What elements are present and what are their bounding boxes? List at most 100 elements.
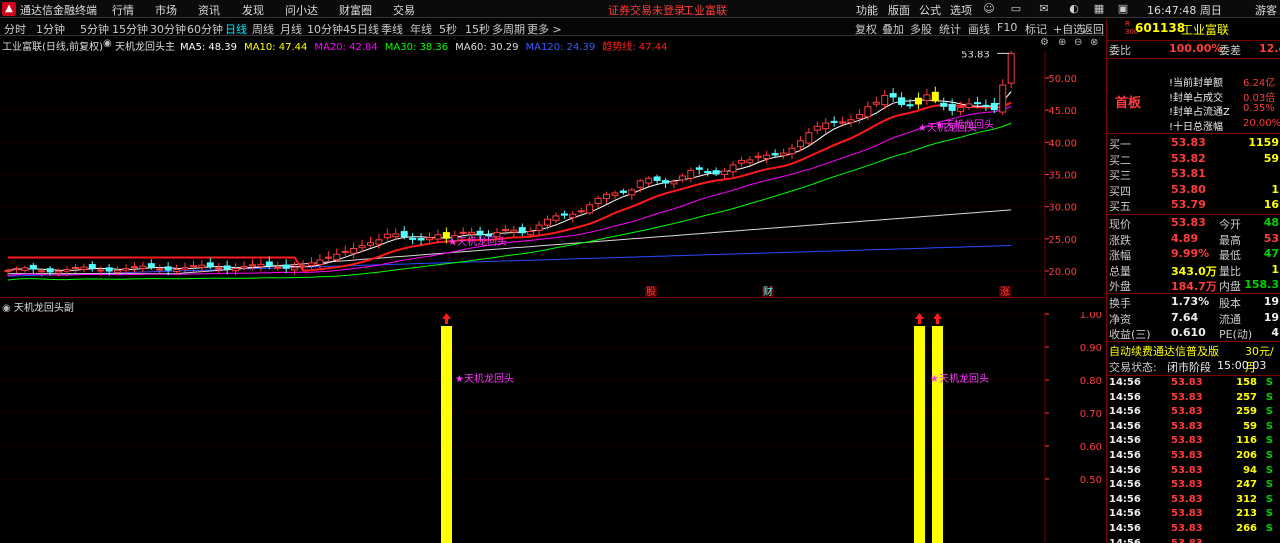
buy-level-row[interactable]: 买一 53.83 1159 [1107,136,1280,151]
promo-row[interactable]: 自动续费通达信普及版 30元/月 [1107,343,1280,374]
user-icon[interactable]: ☺ [980,1,998,17]
stat-row: 现价 53.83 今开 48 [1107,216,1280,231]
stat-value: 53.83 [1171,216,1206,229]
candle-body [990,103,998,111]
zoom-in-icon[interactable]: ⊕ [1058,37,1066,48]
candle-body [898,97,906,105]
candle-body [982,104,990,107]
tick-row: 14:56 53.83 [1107,538,1280,543]
menu-item-options[interactable]: 选项 [950,2,972,18]
indicator-settings-icon[interactable]: ◉ [103,38,112,49]
candle-body [796,140,804,148]
candle-body [55,270,63,274]
candle-body [754,155,762,158]
candle-body [350,247,358,254]
period-multi[interactable]: 多周期 [492,21,525,37]
chat-icon[interactable]: ▭ [1007,1,1025,17]
seal-label: !当前封单额 [1169,78,1224,89]
candle-body [21,267,29,271]
period-15sec[interactable]: 15秒 [465,21,490,37]
f10-button[interactable]: F10 [997,21,1017,34]
candle-body [737,159,745,164]
menu-item-layout[interactable]: 版面 [888,2,910,18]
stat-label: 收益(三) [1109,328,1151,341]
overlay-button[interactable]: 叠加 [882,21,904,37]
screen-icon[interactable]: ▣ [1114,1,1132,17]
candle-body [763,154,771,159]
period-weekly[interactable]: 周线 [252,21,274,37]
tick-row: 14:56 53.83 158 S [1107,377,1280,392]
menu-item-markets[interactable]: 市场 [155,2,177,18]
app-logo-icon: ▲ [2,2,16,16]
price-axis-label: 30.00 [1048,203,1077,214]
tick-volume: 213 [1236,508,1257,520]
candle-body [139,265,147,269]
candle-body [695,167,703,170]
zoom-out-icon[interactable]: ⊖ [1074,37,1082,48]
ma-line [7,122,1012,281]
candle-body [291,267,299,271]
menu-item-xiaoda[interactable]: 问小达 [285,2,318,18]
menu-item-trade[interactable]: 交易 [393,2,415,18]
stat-label: 净资 [1109,312,1131,326]
menu-item-formula[interactable]: 公式 [919,2,941,18]
tick-volume: 312 [1236,493,1257,505]
period-1min[interactable]: 1分钟 [36,21,65,37]
candle-body [383,233,391,239]
mark-button[interactable]: 标记 [1025,21,1047,37]
multi-stock-button[interactable]: 多股 [910,21,932,37]
adjust-button[interactable]: 复权 [855,21,877,37]
menu-item-wealth-circle[interactable]: 财富圈 [339,2,372,18]
stat-label: 内盘 [1219,280,1241,293]
grid-icon[interactable]: ▦ [1090,1,1108,17]
kline-chart[interactable]: 50.00 45.00 40.00 35.00 30.00 25.00 20.00 53.83… [0,51,1105,298]
add-watchlist-button[interactable]: +自选 [1053,21,1084,37]
period-5sec[interactable]: 5秒 [439,21,457,37]
seal-info-row: !封单占流通Z 0.35% [1107,103,1280,118]
period-15min[interactable]: 15分钟 [112,21,148,37]
statistics-button[interactable]: 统计 [939,21,961,37]
guest-label[interactable]: 游客 [1255,2,1277,18]
period-30min[interactable]: 30分钟 [150,21,186,37]
period-yearly[interactable]: 年线 [410,21,432,37]
period-daily[interactable]: 日线 [225,21,247,37]
draw-line-button[interactable]: 画线 [968,21,990,37]
menu-item-news[interactable]: 资讯 [198,2,220,18]
buy-price: 53.79 [1171,198,1206,211]
signal-label: ★天机龙回头 [930,372,989,385]
high-price-label: 53.83 [961,51,990,60]
candle-body [881,94,889,106]
menu-item-function[interactable]: 功能 [856,2,878,18]
buy-level-row[interactable]: 买三 53.81 [1107,167,1280,182]
expand-icon[interactable]: ⊗ [1090,37,1098,48]
toggle-icon[interactable]: ◐ [1065,1,1083,17]
period-monthly[interactable]: 月线 [280,21,302,37]
candle-body [316,259,324,265]
tick-price: 53.83 [1171,377,1203,388]
signal-chart[interactable]: 1.00 0.90 0.80 0.70 0.60 0.50 ★天机龙回头 ★天机龙回头 [0,312,1105,543]
buy-level-row[interactable]: 买五 53.79 16 [1107,198,1280,213]
buy-level-row[interactable]: 买二 53.82 59 [1107,152,1280,167]
tick-side: S [1265,406,1273,418]
period-60min[interactable]: 60分钟 [187,21,223,37]
candle-body [653,176,661,181]
chart-settings-icon[interactable]: ⚙ [1040,37,1049,48]
period-10min[interactable]: 10分钟 [307,21,343,37]
stat-value: 7.64 [1171,310,1199,324]
period-quarterly[interactable]: 季线 [381,21,403,37]
candle-body [577,210,585,213]
candle-body [527,231,535,236]
period-5min[interactable]: 5分钟 [80,21,109,37]
buy-level-row[interactable]: 买四 53.80 1 [1107,183,1280,198]
login-notice[interactable]: 证券交易未登录 [608,2,685,18]
mail-icon[interactable]: ✉ [1035,1,1053,17]
period-more[interactable]: 更多 > [527,21,562,37]
menu-item-market[interactable]: 行情 [112,2,134,18]
stock-notice[interactable]: 工业富联 [683,2,727,18]
tick-time: 14:56 [1109,479,1141,491]
period-timeshare[interactable]: 分时 [4,21,26,37]
menu-item-discover[interactable]: 发现 [242,2,264,18]
period-45day[interactable]: 45日线 [343,21,379,37]
signal-label: ★天机龙回头 [455,372,514,385]
back-button[interactable]: 返回 [1082,21,1104,37]
